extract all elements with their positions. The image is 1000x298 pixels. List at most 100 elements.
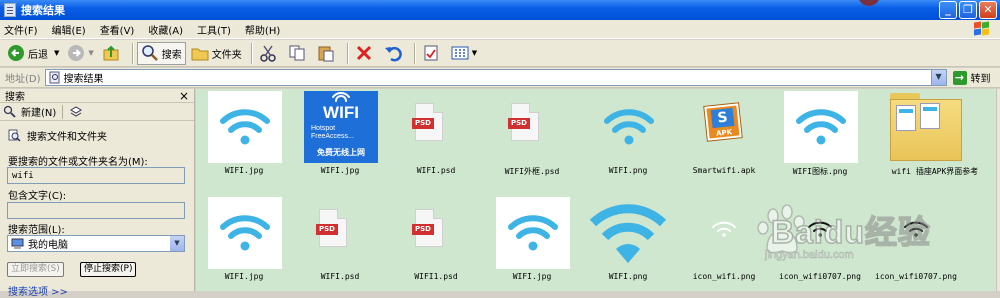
wifi-large-icon <box>589 204 667 263</box>
minimize-button[interactable]: _ <box>939 1 957 19</box>
baidu-watermark: Baidu经验 jingyan.baidu.com <box>735 197 1000 291</box>
file-name: WIFI.jpg <box>224 272 264 281</box>
forward-dropdown-icon[interactable]: ▼ <box>88 49 93 57</box>
contains-text-label: 包含文字(C): <box>8 191 67 202</box>
copy-button[interactable] <box>285 42 312 65</box>
address-field[interactable]: 搜索结果 ▼ <box>44 69 947 86</box>
file-name: WIFI.psd <box>416 166 456 175</box>
menu-file[interactable]: 文件(F) <box>4 22 38 37</box>
file-tile[interactable]: PSD WIFI1.psd <box>388 195 484 291</box>
folders-button[interactable]: 文件夹 <box>188 42 245 65</box>
file-tile[interactable]: PSD WIFI.psd <box>388 89 484 185</box>
views-grid-icon <box>451 46 469 60</box>
forward-arrow-icon <box>68 45 85 61</box>
paste-button[interactable] <box>314 42 341 65</box>
file-name: WIFI.jpg <box>224 166 264 175</box>
paste-icon <box>318 46 334 62</box>
file-tile[interactable]: WIFI图标.png <box>772 89 868 185</box>
file-tile[interactable]: WIFI.jpg <box>196 89 292 185</box>
file-name: WIFI.jpg <box>320 166 360 175</box>
filename-input[interactable]: wifi <box>7 167 185 184</box>
window-title: 搜索结果 <box>21 4 65 17</box>
scope-value: 我的电脑 <box>28 240 68 251</box>
file-tile[interactable]: WIFI.jpg <box>484 195 580 291</box>
contains-text-input[interactable] <box>7 202 185 219</box>
file-tile[interactable]: WIFI.png <box>580 195 676 291</box>
file-tile[interactable]: WIFI Hotspot FreeAccess... 免费无线上网 WIFI.j… <box>292 89 388 185</box>
menu-view[interactable]: 查看(V) <box>100 22 135 37</box>
go-label: 转到 <box>970 74 991 85</box>
file-tile[interactable]: WIFI.jpg <box>196 195 292 291</box>
scissors-icon <box>260 45 276 62</box>
undo-icon <box>384 46 402 62</box>
apk-file-icon: S APK <box>704 103 742 141</box>
menu-help[interactable]: 帮助(H) <box>245 22 280 37</box>
views-button[interactable]: ▼ <box>448 42 480 65</box>
properties-button[interactable] <box>419 42 446 65</box>
wifi-thumbnail <box>208 91 282 163</box>
psd-badge: PSD <box>508 118 530 129</box>
delete-button[interactable] <box>352 42 379 65</box>
address-label: 地址(D) <box>5 74 41 85</box>
back-arrow-icon <box>8 45 24 61</box>
filename-label: 要搜索的文件或文件夹名为(M): <box>8 157 148 168</box>
file-tile[interactable]: PSD WIFI.psd <box>292 195 388 291</box>
file-tile[interactable]: S APK Smartwifi.apk <box>676 89 772 185</box>
windows-logo-icon <box>974 21 990 37</box>
menu-favorites[interactable]: 收藏(A) <box>148 22 183 37</box>
up-folder-button[interactable] <box>99 42 126 65</box>
file-tile[interactable]: wifi 插座APK界面参考 <box>868 89 978 185</box>
search-window-icon <box>4 3 16 17</box>
search-results-icon <box>49 71 60 84</box>
cut-button[interactable] <box>256 42 283 65</box>
psd-file-icon: PSD <box>508 103 539 141</box>
go-button[interactable]: → 转到 <box>952 70 991 85</box>
my-computer-icon <box>11 238 24 249</box>
search-pane-close-icon[interactable]: × <box>179 89 189 103</box>
back-dropdown-icon[interactable]: ▼ <box>54 49 59 57</box>
wifi-thumbnail <box>208 197 282 269</box>
toolbar-separator <box>250 42 252 64</box>
file-name: WIFI.jpg <box>512 272 552 281</box>
hotspot-text: Hotspot <box>311 125 336 132</box>
menu-bar: 文件(F) 编辑(E) 查看(V) 收藏(A) 工具(T) 帮助(H) <box>0 20 1000 39</box>
new-search-button[interactable]: 新建(N) <box>21 104 56 119</box>
toolbar-separator <box>413 42 415 64</box>
new-search-icon <box>3 105 16 118</box>
close-button[interactable]: ✕ <box>979 1 997 19</box>
scope-select[interactable]: 我的电脑 ▼ <box>7 235 185 252</box>
search-pane: 搜索 × 新建(N) 搜索文件和文件夹 要搜索的文件或文件夹名为(M): wif… <box>0 89 195 298</box>
forward-button[interactable]: ▼ <box>64 42 96 65</box>
back-label: 后退 <box>28 49 48 61</box>
folder-thumbnail <box>890 93 964 161</box>
wifi-brand-thumbnail: WIFI Hotspot FreeAccess... 免费无线上网 <box>304 91 378 163</box>
toolbar-separator <box>131 42 133 64</box>
file-name: WIFI.png <box>608 166 648 175</box>
window-orb-decoration <box>858 0 880 6</box>
back-button[interactable]: 后退 ▼ <box>4 42 62 65</box>
views-dropdown-icon[interactable]: ▼ <box>472 49 477 57</box>
toolbar-separator <box>346 42 348 64</box>
address-bar: 地址(D) 搜索结果 ▼ → 转到 <box>0 68 1000 88</box>
search-button[interactable]: 搜索 <box>136 41 186 65</box>
menu-edit[interactable]: 编辑(E) <box>52 22 86 37</box>
file-tile[interactable]: WIFI.png <box>580 89 676 185</box>
title-bar: 搜索结果 _ ❐ ✕ <box>0 0 1000 20</box>
menu-tools[interactable]: 工具(T) <box>197 22 231 37</box>
psd-file-icon: PSD <box>412 209 443 247</box>
stop-search-button[interactable]: 停止搜索(P) <box>80 262 137 277</box>
free-online-text: 免费无线上网 <box>317 148 365 157</box>
address-dropdown-icon[interactable]: ▼ <box>930 70 946 85</box>
baidu-brand-text: Baidu经验 <box>770 213 931 251</box>
maximize-button[interactable]: ❐ <box>959 1 977 19</box>
search-now-button[interactable]: 立即搜索(S) <box>7 262 64 277</box>
file-tile[interactable]: PSD WIFI外框.psd <box>484 89 580 185</box>
psd-badge: PSD <box>412 224 434 235</box>
search-label: 搜索 <box>161 49 182 61</box>
undo-button[interactable] <box>381 42 408 65</box>
search-companion-icon[interactable] <box>69 105 83 119</box>
psd-badge: PSD <box>316 224 338 235</box>
psd-file-icon: PSD <box>412 103 443 141</box>
wifi-icon <box>220 215 270 251</box>
scope-dropdown-icon[interactable]: ▼ <box>170 236 184 251</box>
